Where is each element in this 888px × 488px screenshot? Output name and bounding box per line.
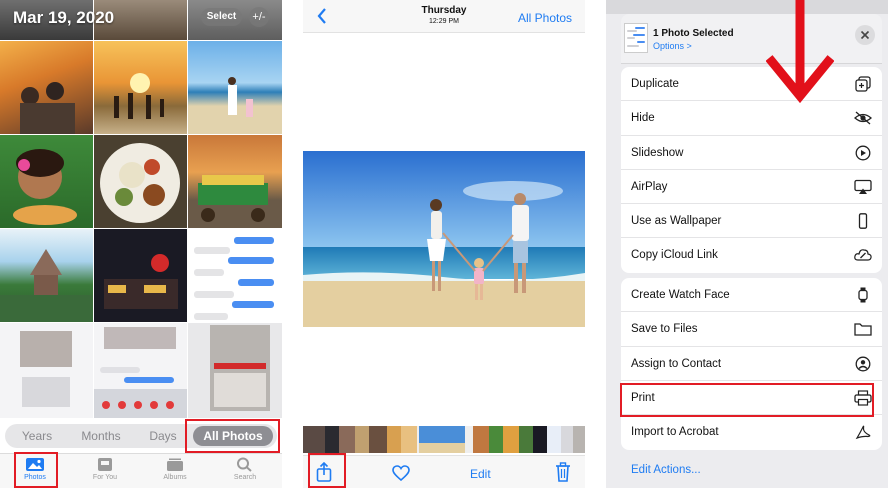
- screenshot-collage: Mar 19, 2020 Select +/- Years Months Day…: [0, 0, 888, 488]
- zoom-toggle-button[interactable]: +/-: [249, 7, 269, 27]
- action-duplicate[interactable]: Duplicate: [621, 67, 882, 102]
- duplicate-icon: [855, 76, 871, 92]
- tab-albums[interactable]: Albums: [150, 457, 200, 481]
- action-label: Duplicate: [631, 78, 679, 90]
- tab-albums-label: Albums: [163, 474, 187, 481]
- photo-thumbnail[interactable]: [188, 41, 282, 134]
- photo-thumbnail[interactable]: [188, 229, 282, 322]
- highlight-box-photos-tab: [14, 452, 58, 488]
- select-button[interactable]: Select: [201, 8, 242, 26]
- close-button[interactable]: [855, 25, 875, 45]
- action-label: Create Watch Face: [631, 289, 730, 301]
- sheet-backdrop: [606, 0, 888, 14]
- highlight-box-print: [620, 383, 874, 417]
- photo-grid: [0, 0, 282, 418]
- photo-thumbnail[interactable]: [94, 229, 187, 322]
- tab-for-you[interactable]: For You: [80, 457, 130, 481]
- action-label: Assign to Contact: [631, 357, 722, 370]
- photo-thumbnail[interactable]: [0, 229, 93, 322]
- for-you-icon: [98, 458, 112, 471]
- tab-search[interactable]: Search: [220, 457, 270, 481]
- thumbnail-scrubber[interactable]: [303, 426, 585, 453]
- selected-photo-thumbnail: [624, 23, 648, 53]
- heart-icon[interactable]: [392, 465, 410, 481]
- search-icon: [237, 457, 252, 472]
- edit-actions-link[interactable]: Edit Actions...: [631, 464, 701, 476]
- share-sheet-panel: 1 Photo Selected Options > Duplicate Hid…: [606, 0, 888, 488]
- red-arrow-annotation: [766, 0, 834, 104]
- action-label: Import to Acrobat: [631, 426, 719, 439]
- action-use-as-wallpaper[interactable]: Use as Wallpaper: [621, 204, 882, 239]
- cloud-link-icon: [854, 249, 872, 262]
- action-label: Use as Wallpaper: [631, 215, 722, 228]
- watch-icon: [858, 287, 868, 303]
- share-sheet-header: 1 Photo Selected Options >: [621, 14, 882, 64]
- albums-icon: [167, 458, 183, 471]
- filter-months[interactable]: Months: [73, 424, 129, 448]
- options-link[interactable]: Options >: [653, 41, 692, 51]
- photo-thumbnail[interactable]: [0, 135, 93, 228]
- action-group-1: Duplicate Hide Slideshow AirPlay Use as …: [621, 67, 882, 273]
- eye-slash-icon: [854, 111, 872, 125]
- viewer-nav-bar: Thursday 12:29 PM All Photos: [303, 0, 585, 33]
- highlight-box-all-photos: [185, 419, 280, 453]
- photo-thumbnail[interactable]: [94, 323, 187, 418]
- action-slideshow[interactable]: Slideshow: [621, 136, 882, 170]
- acrobat-icon: [855, 425, 871, 440]
- filter-years[interactable]: Years: [9, 424, 65, 448]
- trash-icon[interactable]: [555, 462, 571, 482]
- photo-thumbnail[interactable]: [94, 135, 187, 228]
- action-label: Slideshow: [631, 146, 684, 159]
- action-group-2: Create Watch Face Save to Files Assign t…: [621, 278, 882, 450]
- photos-library-panel: Mar 19, 2020 Select +/- Years Months Day…: [0, 0, 282, 488]
- tab-for-you-label: For You: [92, 474, 118, 481]
- close-icon: [860, 30, 870, 40]
- contact-icon: [855, 356, 871, 372]
- action-label: Save to Files: [631, 323, 698, 336]
- action-label: Copy iCloud Link: [631, 249, 718, 262]
- selection-count-title: 1 Photo Selected: [653, 28, 734, 39]
- action-assign-to-contact[interactable]: Assign to Contact: [621, 347, 882, 381]
- folder-icon: [854, 323, 872, 336]
- tab-search-label: Search: [233, 474, 257, 481]
- action-copy-icloud-link[interactable]: Copy iCloud Link: [621, 238, 882, 272]
- library-date-heading: Mar 19, 2020: [13, 8, 115, 27]
- phone-icon: [858, 213, 868, 230]
- photo-thumbnail[interactable]: [0, 41, 93, 134]
- highlight-box-share: [308, 453, 346, 488]
- main-photo[interactable]: [303, 151, 585, 327]
- photo-thumbnail[interactable]: [0, 323, 93, 418]
- photo-viewer-panel: Thursday 12:29 PM All Photos Edit: [303, 0, 585, 488]
- action-create-watch-face[interactable]: Create Watch Face: [621, 278, 882, 313]
- airplay-icon: [854, 179, 872, 194]
- action-import-to-acrobat[interactable]: Import to Acrobat: [621, 415, 882, 449]
- action-label: AirPlay: [631, 180, 668, 193]
- action-label: Hide: [631, 112, 655, 125]
- action-save-to-files[interactable]: Save to Files: [621, 312, 882, 347]
- play-circle-icon: [855, 145, 871, 161]
- action-airplay[interactable]: AirPlay: [621, 170, 882, 205]
- all-photos-link[interactable]: All Photos: [518, 11, 572, 25]
- action-hide[interactable]: Hide: [621, 101, 882, 136]
- filter-days[interactable]: Days: [135, 424, 191, 448]
- edit-button[interactable]: Edit: [470, 467, 491, 481]
- photo-thumbnail[interactable]: [188, 135, 282, 228]
- photo-thumbnail[interactable]: [94, 41, 187, 134]
- photo-thumbnail[interactable]: [188, 323, 282, 418]
